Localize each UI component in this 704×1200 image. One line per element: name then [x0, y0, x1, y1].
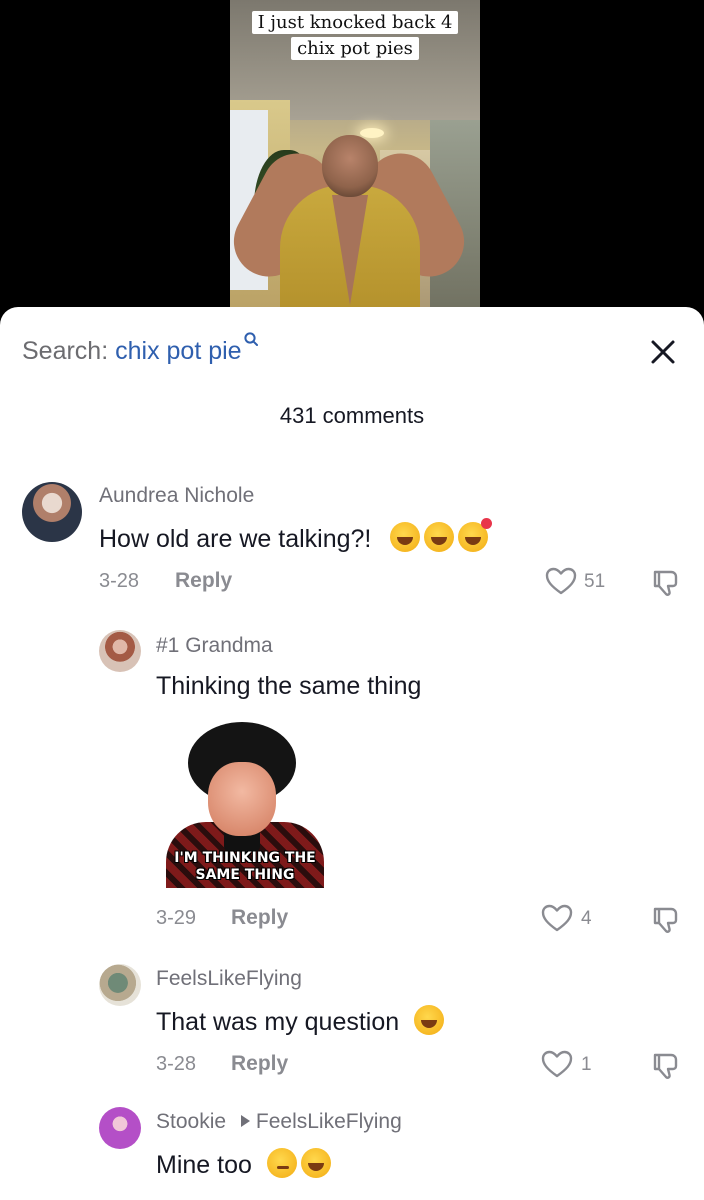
video-caption-text: I just knocked back 4 chix pot pies: [251, 11, 459, 60]
close-icon: [651, 340, 675, 364]
like-count: 1: [581, 1054, 592, 1075]
gif-sticker[interactable]: I'M THINKING THE SAME THING: [156, 722, 334, 888]
sticker-face: [208, 762, 276, 836]
like-button[interactable]: [541, 1050, 573, 1078]
reply-button[interactable]: Reply: [231, 906, 288, 930]
grinning-emoji-icon: [390, 522, 421, 552]
comment-username[interactable]: Stookie FeelsLikeFlying: [156, 1110, 402, 1134]
reply-arrow-icon: [240, 1115, 250, 1127]
comment-text: How old are we talking?!: [99, 518, 493, 554]
comment-date: 3-28: [156, 1053, 197, 1075]
smirk-emoji-icon: [266, 1148, 297, 1178]
dislike-button[interactable]: [651, 905, 681, 935]
like-count: 4: [581, 908, 592, 929]
reply-button[interactable]: Reply: [231, 1052, 288, 1076]
tears-of-joy-emoji-icon: [300, 1148, 331, 1178]
smiling-hearts-emoji-icon: [458, 518, 493, 552]
comment-text-content: That was my question: [156, 1008, 400, 1036]
comment-count: 431 comments: [279, 403, 425, 428]
reply-target-username[interactable]: FeelsLikeFlying: [256, 1110, 402, 1133]
heart-outline-icon: [545, 567, 577, 595]
search-suggestion[interactable]: Search: chix pot pie: [22, 332, 258, 366]
like-button[interactable]: [541, 904, 573, 932]
comment-username-text[interactable]: Stookie: [156, 1110, 226, 1133]
heart-outline-icon: [541, 904, 573, 932]
heart-outline-icon: [541, 1050, 573, 1078]
comment-date: 3-28: [99, 570, 140, 592]
comment-text: Thinking the same thing: [156, 672, 422, 700]
comment-date: 3-29: [156, 907, 197, 929]
search-query-link[interactable]: chix pot pie: [115, 337, 241, 365]
dislike-button[interactable]: [651, 1051, 681, 1081]
search-icon: [243, 332, 258, 346]
comment-username[interactable]: FeelsLikeFlying: [156, 967, 302, 991]
avatar[interactable]: [99, 630, 141, 672]
dislike-icon: [653, 1053, 678, 1079]
video-area[interactable]: I just knocked back 4 chix pot pies: [0, 0, 704, 320]
comment-text-content: Mine too: [156, 1151, 252, 1179]
comment-username[interactable]: #1 Grandma: [156, 634, 273, 658]
avatar[interactable]: [22, 482, 82, 542]
like-count: 51: [584, 571, 606, 592]
avatar[interactable]: [99, 964, 141, 1006]
tears-of-joy-emoji-icon: [424, 522, 455, 552]
comment-text-content: How old are we talking?!: [99, 525, 372, 553]
sticker-caption: I'M THINKING THE SAME THING: [174, 850, 316, 883]
video-ceiling-light: [360, 128, 384, 138]
dislike-icon: [653, 907, 678, 933]
dislike-button[interactable]: [651, 568, 681, 598]
comment-text: That was my question: [156, 1005, 445, 1037]
reply-button[interactable]: Reply: [175, 569, 232, 593]
like-button[interactable]: [545, 567, 577, 595]
avatar[interactable]: [99, 1107, 141, 1149]
comment-username[interactable]: Aundrea Nichole: [99, 484, 254, 508]
video-person-head: [322, 135, 378, 197]
comments-sheet: Search: chix pot pie 431 comments Aundre…: [0, 307, 704, 1200]
comment-text: Mine too: [156, 1148, 331, 1180]
video-caption: I just knocked back 4 chix pot pies: [235, 10, 475, 62]
search-prefix: Search:: [22, 337, 116, 365]
dislike-icon: [653, 570, 678, 596]
close-button[interactable]: [646, 335, 680, 369]
tears-of-joy-emoji-icon: [414, 1005, 445, 1035]
